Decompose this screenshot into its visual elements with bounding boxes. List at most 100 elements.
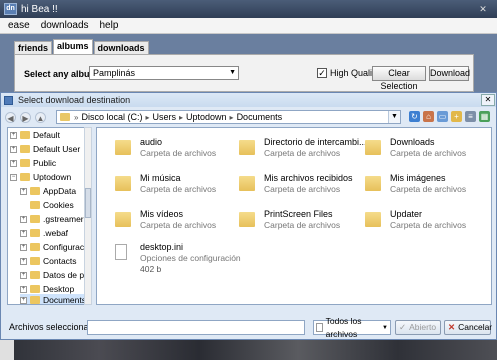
- expand-icon[interactable]: +: [10, 159, 17, 167]
- folder-tree: + Default + Default User + Public − Upto…: [7, 127, 91, 305]
- file-item-mis-archivos-recibidos[interactable]: Mis archivos recibidos Carpeta de archivo…: [239, 173, 353, 195]
- file-item-directorio[interactable]: Directorio de intercambi... Carpeta de ar…: [239, 137, 367, 159]
- folder-icon: [30, 296, 40, 304]
- folder-icon: [30, 201, 40, 209]
- dialog-icon: [4, 95, 13, 105]
- expand-icon[interactable]: +: [20, 257, 27, 265]
- file-item-mis-videos[interactable]: Mis vídeos Carpeta de archivos: [115, 209, 216, 231]
- expand-icon[interactable]: +: [20, 229, 27, 237]
- file-item-mis-imagenes[interactable]: Mis imágenes Carpeta de archivos: [365, 173, 466, 195]
- view-list-icon[interactable]: ≡: [465, 111, 476, 122]
- tree-item-cookies[interactable]: Cookies: [30, 199, 74, 211]
- breadcrumb-uptodown[interactable]: Uptodown: [186, 112, 227, 122]
- folder-icon: [30, 257, 40, 265]
- forward-arrow-icon[interactable]: ▶: [20, 111, 31, 123]
- album-select[interactable]: Pamplinás ▼: [89, 66, 239, 80]
- background-strip-left: [0, 340, 14, 360]
- file-item-printscreen-files[interactable]: PrintScreen Files Carpeta de archivos: [239, 209, 340, 231]
- folder-icon: [30, 187, 40, 195]
- expand-icon[interactable]: +: [20, 285, 27, 293]
- expand-icon[interactable]: +: [20, 215, 27, 223]
- tree-item-webaf[interactable]: + .webaf: [20, 227, 68, 239]
- cancel-icon: ✕: [448, 322, 456, 332]
- check-icon: ✓: [399, 322, 407, 332]
- folder-icon: [60, 113, 70, 121]
- folder-icon: [30, 243, 40, 251]
- folder-icon: [365, 212, 381, 227]
- open-button[interactable]: ✓ Abierto: [395, 320, 441, 335]
- dialog-titlebar: Select download destination: [1, 93, 496, 107]
- app-menubar: ease downloads help: [0, 18, 497, 34]
- expand-icon[interactable]: +: [20, 271, 27, 279]
- desktop-icon[interactable]: ▭: [437, 111, 448, 122]
- address-bar[interactable]: » Disco local (C:) ▸ Users ▸ Uptodown ▸ …: [56, 110, 401, 124]
- tree-item-documents[interactable]: + Documents: [20, 294, 90, 304]
- tree-item-datos[interactable]: + Datos de pro: [20, 269, 90, 281]
- cancel-button[interactable]: ✕ Cancelar: [444, 320, 492, 335]
- dialog-toolbar: ◀ ▶ ▲ » Disco local (C:) ▸ Users ▸ Uptod…: [1, 108, 496, 126]
- app-titlebar: dn hi Bea !! ✕: [0, 0, 497, 18]
- expand-icon[interactable]: +: [10, 131, 17, 139]
- dialog-title: Select download destination: [18, 95, 131, 105]
- menu-item-ease[interactable]: ease: [8, 20, 30, 31]
- document-icon: [115, 244, 127, 260]
- home-icon[interactable]: ⌂: [423, 111, 434, 122]
- album-select-value: Pamplinás: [93, 68, 136, 78]
- folder-icon: [115, 176, 131, 191]
- refresh-icon[interactable]: ↻: [409, 111, 420, 122]
- tree-item-configuracion[interactable]: + Configuració: [20, 241, 90, 253]
- download-button[interactable]: Download: [429, 66, 470, 81]
- file-type-filter[interactable]: Todos los archivos ▼: [313, 316, 391, 339]
- selected-files-input[interactable]: [87, 320, 305, 335]
- file-item-audio[interactable]: audio Carpeta de archivos: [115, 137, 216, 159]
- folder-icon: [239, 140, 255, 155]
- collapse-icon[interactable]: −: [10, 173, 17, 181]
- breadcrumb-users[interactable]: Users: [152, 112, 176, 122]
- expand-icon[interactable]: +: [20, 187, 27, 195]
- tree-item-appdata[interactable]: + AppData: [20, 185, 76, 197]
- close-icon[interactable]: ✕: [477, 3, 489, 15]
- high-quality-checkbox[interactable]: ✓ High Quality: [317, 68, 379, 78]
- download-destination-dialog: Select download destination ✕ ◀ ▶ ▲ » Di…: [0, 92, 497, 340]
- tree-item-contacts[interactable]: + Contacts: [20, 255, 77, 267]
- breadcrumb-documents[interactable]: Documents: [237, 112, 283, 122]
- file-item-downloads[interactable]: Downloads Carpeta de archivos: [365, 137, 466, 159]
- chevron-down-icon: ▼: [382, 325, 388, 331]
- folder-icon: [115, 212, 131, 227]
- breadcrumb-drive[interactable]: Disco local (C:): [81, 112, 142, 122]
- tree-item-gstreamer[interactable]: + .gstreamer-C: [20, 213, 90, 225]
- file-item-desktop-ini[interactable]: desktop.ini Opciones de configuración 40…: [115, 242, 241, 275]
- folder-icon: [30, 215, 40, 223]
- tree-scrollbar-thumb[interactable]: [85, 188, 91, 218]
- file-item-mi-musica[interactable]: Mi música Carpeta de archivos: [115, 173, 216, 195]
- chevron-down-icon[interactable]: ▼: [388, 111, 400, 123]
- tab-downloads[interactable]: downloads: [93, 41, 149, 54]
- menu-item-downloads[interactable]: downloads: [41, 20, 89, 31]
- folder-icon: [365, 176, 381, 191]
- folder-icon: [20, 173, 30, 181]
- folder-icon: [20, 131, 30, 139]
- new-folder-icon[interactable]: +: [451, 111, 462, 122]
- clear-selection-button[interactable]: Clear Selection: [372, 66, 426, 91]
- tab-albums[interactable]: albums: [53, 39, 93, 54]
- file-item-updater[interactable]: Updater Carpeta de archivos: [365, 209, 466, 231]
- checkbox-icon: ✓: [317, 68, 327, 78]
- expand-icon[interactable]: +: [20, 243, 27, 251]
- tab-friends[interactable]: friends: [14, 41, 53, 54]
- tree-item-default-user[interactable]: + Default User: [10, 143, 80, 155]
- view-icons-icon[interactable]: ▦: [479, 111, 490, 122]
- folder-icon: [239, 212, 255, 227]
- back-arrow-icon[interactable]: ◀: [5, 111, 16, 123]
- app-title: hi Bea !!: [21, 3, 58, 15]
- tree-item-default[interactable]: + Default: [10, 129, 60, 141]
- tree-scrollbar[interactable]: [84, 127, 92, 305]
- close-icon[interactable]: ✕: [481, 94, 495, 106]
- expand-icon[interactable]: +: [10, 145, 17, 153]
- folder-icon: [239, 176, 255, 191]
- tree-item-uptodown[interactable]: − Uptodown: [10, 171, 71, 183]
- folder-icon: [30, 285, 40, 293]
- expand-icon[interactable]: +: [20, 296, 27, 304]
- menu-item-help[interactable]: help: [100, 20, 119, 31]
- tree-item-public[interactable]: + Public: [10, 157, 56, 169]
- up-folder-icon[interactable]: ▲: [35, 111, 46, 123]
